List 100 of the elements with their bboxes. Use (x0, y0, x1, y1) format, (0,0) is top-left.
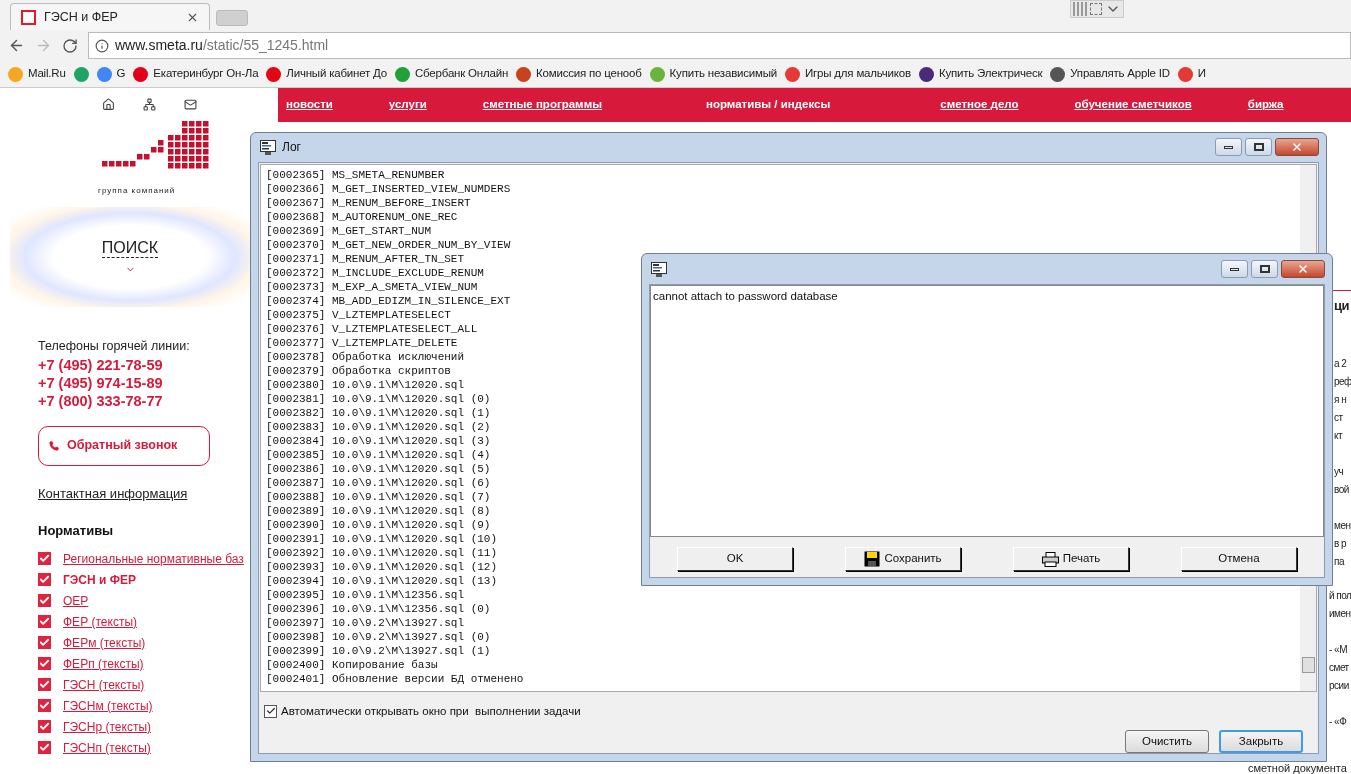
text-fragment: па (1334, 555, 1344, 569)
checkbox[interactable] (38, 678, 51, 692)
minimize-button[interactable] (1221, 260, 1248, 278)
text-fragment: сметной документа (1248, 762, 1347, 774)
minimize-button[interactable] (1215, 138, 1242, 157)
window-button[interactable]: Очистить (1125, 730, 1209, 753)
dialog-button[interactable]: Отмена (1181, 547, 1297, 571)
checkbox[interactable] (38, 573, 51, 587)
bookmark-link[interactable]: Mail.Ru (28, 65, 66, 83)
maximize-button[interactable] (1245, 138, 1272, 157)
auto-open-label: Автоматически открывать окно при выполнении задачи (281, 703, 581, 719)
normative-link[interactable]: ФЕРп (тексты) (63, 654, 144, 673)
fullscreen-icon[interactable] (1090, 3, 1102, 15)
bookmark-link[interactable]: Личный кабинет До (286, 65, 387, 83)
nav-link[interactable]: новости (286, 96, 333, 114)
log-line: [0002371] M_RENUM_AFTER_TN_SET (266, 251, 465, 266)
text-fragment: кт (1334, 429, 1343, 443)
nav-link[interactable]: услуги (388, 96, 427, 114)
app-icon (651, 261, 667, 277)
phone-number[interactable]: +7 (495) 974-15-89 (38, 373, 163, 392)
printer-icon (1041, 551, 1059, 567)
sitemap-icon[interactable] (142, 98, 156, 111)
normative-link[interactable]: ГЭСНр (тексты) (63, 717, 151, 736)
dialog-button[interactable]: Печать (1013, 547, 1129, 571)
log-line: [0002381] 10.0\9.1\M\12020.sql (0) (266, 391, 491, 406)
back-icon[interactable] (8, 37, 25, 54)
bookmark-link[interactable]: И (1197, 65, 1206, 83)
nav-link[interactable]: биржа (1247, 96, 1284, 114)
dialog-button[interactable]: OK (677, 547, 793, 571)
bookmark-link[interactable]: Управлять Apple ID (1070, 65, 1170, 83)
normative-link[interactable]: ФЕР (тексты) (63, 612, 137, 631)
auto-open-checkbox[interactable] (264, 704, 277, 718)
log-line: [0002388] 10.0\9.1\M\12020.sql (7) (266, 489, 491, 504)
callback-button[interactable]: Обратный звонок (38, 425, 210, 466)
bookmark-link[interactable]: G (116, 65, 126, 83)
close-button[interactable] (1281, 260, 1325, 278)
bookmark-link[interactable]: Сбербанк Онлайн (415, 65, 509, 83)
tab-title: ГЭСН и ФЕР (44, 8, 119, 26)
browser-tab[interactable]: ГЭСН и ФЕР (10, 3, 210, 30)
log-line: [0002390] 10.0\9.1\M\12020.sql (9) (266, 517, 491, 532)
address-bar[interactable]: www.smeta.ru/static/55_1245.html (88, 32, 1351, 59)
log-line: [0002399] 10.0\9.2\M\13927.sql (1) (266, 643, 491, 658)
log-line: [0002395] 10.0\9.1\M\12356.sql (266, 587, 465, 602)
normative-link[interactable]: ГЭСНп (тексты) (63, 738, 151, 757)
bookmark-link[interactable]: Екатеринбург Он-Ла (153, 65, 259, 83)
checkbox[interactable] (38, 657, 51, 671)
nav-link[interactable]: сметное дело (940, 96, 1019, 114)
dialog-button[interactable]: Сохранить (845, 547, 961, 571)
bookmark-link[interactable]: Купить независимый (669, 65, 778, 83)
search-link[interactable]: ПОИСК (101, 239, 159, 258)
checkbox[interactable] (38, 720, 51, 734)
contact-link[interactable]: Контактная информация (38, 483, 188, 504)
log-line: [0002386] 10.0\9.1\M\12020.sql (5) (266, 461, 491, 476)
log-line: [0002377] V_LZTEMPLATE_DELETE (266, 335, 458, 350)
text-fragment: имен (1329, 607, 1351, 621)
floppy-icon (864, 551, 881, 567)
normative-link[interactable]: ГЭСН и ФЕР (63, 570, 136, 589)
close-button[interactable] (1275, 138, 1319, 157)
text-fragment: - «Ф (1329, 715, 1347, 729)
section-title: Нормативы (38, 522, 114, 541)
normative-link[interactable]: ОЕР (63, 591, 89, 610)
maximize-button[interactable] (1251, 260, 1278, 278)
checkbox[interactable] (38, 552, 51, 566)
phone-number[interactable]: +7 (800) 333-78-77 (38, 391, 163, 410)
checkbox[interactable] (38, 615, 51, 629)
phone-icon (49, 440, 59, 451)
home-icon[interactable] (101, 98, 115, 111)
message-field[interactable]: cannot attach to password database (650, 285, 1324, 537)
normative-link[interactable]: Региональные нормативные баз (63, 549, 244, 568)
log-line: [0002391] 10.0\9.1\M\12020.sql (10) (266, 531, 498, 546)
bookmark-link[interactable]: Комиссия по ценооб (536, 65, 642, 83)
window-button[interactable]: Закрыть (1219, 730, 1303, 753)
close-icon (1291, 141, 1303, 154)
text-fragment: й пол (1329, 589, 1351, 603)
log-line: [0002393] 10.0\9.1\M\12020.sql (12) (266, 559, 498, 574)
log-line: [0002376] V_LZTEMPLATESELECT_ALL (266, 321, 478, 336)
reload-icon[interactable] (62, 37, 78, 54)
text-fragment: мен (1334, 519, 1351, 533)
normative-link[interactable]: ФЕРм (тексты) (63, 633, 146, 652)
normative-link[interactable]: ГЭСНм (тексты) (63, 696, 153, 715)
nav-link[interactable]: нормативы / индексы (705, 96, 831, 114)
log-line: [0002370] M_GET_NEW_ORDER_NUM_BY_VIEW (266, 237, 511, 252)
bookmark-link[interactable]: Купить Электрическ (938, 65, 1043, 83)
phone-number[interactable]: +7 (495) 221-78-59 (38, 355, 163, 374)
log-line: [0002368] M_AUTORENUM_ONE_REC (266, 209, 458, 224)
mail-icon[interactable] (183, 98, 197, 111)
nav-link[interactable]: сметные программы (482, 96, 602, 114)
checkbox[interactable] (38, 636, 51, 650)
checkbox[interactable] (38, 699, 51, 713)
nav-link[interactable]: обучение сметчиков (1074, 96, 1192, 114)
bookmark-link[interactable]: Игры для мальчиков (805, 65, 911, 83)
text-fragment: - «М (1329, 643, 1347, 657)
checkbox[interactable] (38, 741, 51, 755)
normative-link[interactable]: ГЭСН (тексты) (63, 675, 145, 694)
checkbox[interactable] (38, 594, 51, 608)
close-icon (1297, 263, 1309, 275)
text-fragment: ци (1334, 297, 1349, 315)
text-fragment: я н (1334, 393, 1347, 407)
text-fragment: реф (1334, 375, 1351, 389)
log-line: [0002387] 10.0\9.1\M\12020.sql (6) (266, 475, 491, 490)
